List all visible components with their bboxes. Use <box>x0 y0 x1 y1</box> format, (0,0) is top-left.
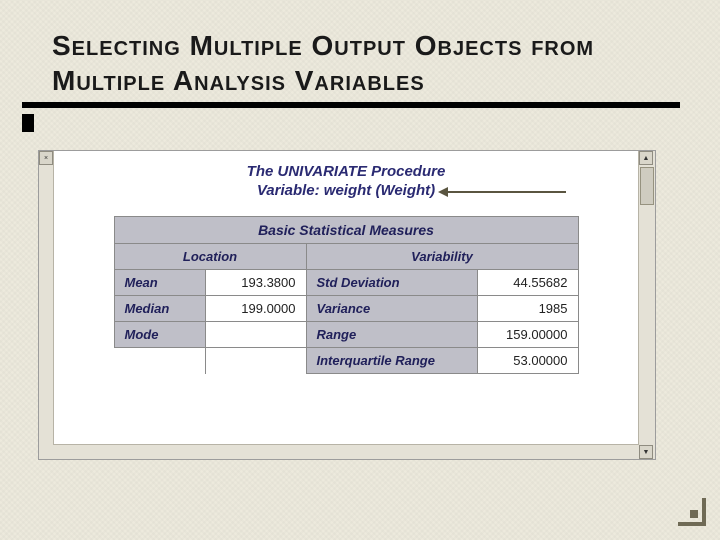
slide-title: Selecting Multiple Output Objects from M… <box>52 28 680 98</box>
scroll-up-button[interactable]: ▲ <box>639 151 653 165</box>
mean-value: 193.3800 <box>205 270 306 296</box>
table-row: Location Variability <box>114 244 578 270</box>
median-value: 199.0000 <box>205 296 306 322</box>
table-row: Interquartile Range 53.00000 <box>114 348 578 374</box>
left-scroll-strip[interactable]: × <box>39 151 54 459</box>
table-row: Mean 193.3800 Std Deviation 44.55682 <box>114 270 578 296</box>
std-label: Std Deviation <box>306 270 477 296</box>
table-row: Basic Statistical Measures <box>114 217 578 244</box>
mean-label: Mean <box>114 270 205 296</box>
iqr-label: Interquartile Range <box>306 348 477 374</box>
scroll-down-button[interactable]: ▼ <box>639 445 653 459</box>
corner-decoration-icon <box>678 498 706 526</box>
location-header: Location <box>114 244 306 270</box>
std-value: 44.55682 <box>477 270 578 296</box>
slide: Selecting Multiple Output Objects from M… <box>0 0 720 540</box>
empty-cell <box>205 348 306 374</box>
horizontal-scrollbar[interactable] <box>53 444 639 459</box>
output-window: × ▲ ▼ The UNIVARIATE Procedure Variable:… <box>38 150 656 460</box>
median-label: Median <box>114 296 205 322</box>
range-label: Range <box>306 322 477 348</box>
range-value: 159.00000 <box>477 322 578 348</box>
mode-value <box>205 322 306 348</box>
scroll-thumb[interactable] <box>640 167 654 205</box>
stats-table: Basic Statistical Measures Location Vari… <box>114 216 579 374</box>
variable-line-wrap: Variable: weight (Weight) <box>73 182 619 200</box>
iqr-value: 53.00000 <box>477 348 578 374</box>
output-area: The UNIVARIATE Procedure Variable: weigh… <box>53 151 639 445</box>
table-title-cell: Basic Statistical Measures <box>114 217 578 244</box>
table-row: Median 199.0000 Variance 1985 <box>114 296 578 322</box>
pointer-arrow-icon <box>446 191 566 193</box>
procedure-title: The UNIVARIATE Procedure <box>73 163 619 180</box>
table-row: Mode Range 159.00000 <box>114 322 578 348</box>
variance-value: 1985 <box>477 296 578 322</box>
variability-header: Variability <box>306 244 578 270</box>
empty-cell <box>114 348 205 374</box>
variable-line: Variable: weight (Weight) <box>257 182 435 199</box>
variance-label: Variance <box>306 296 477 322</box>
vertical-scrollbar[interactable]: ▲ ▼ <box>638 151 655 459</box>
scroll-button[interactable]: × <box>39 151 53 165</box>
mode-label: Mode <box>114 322 205 348</box>
title-rule <box>22 102 680 132</box>
